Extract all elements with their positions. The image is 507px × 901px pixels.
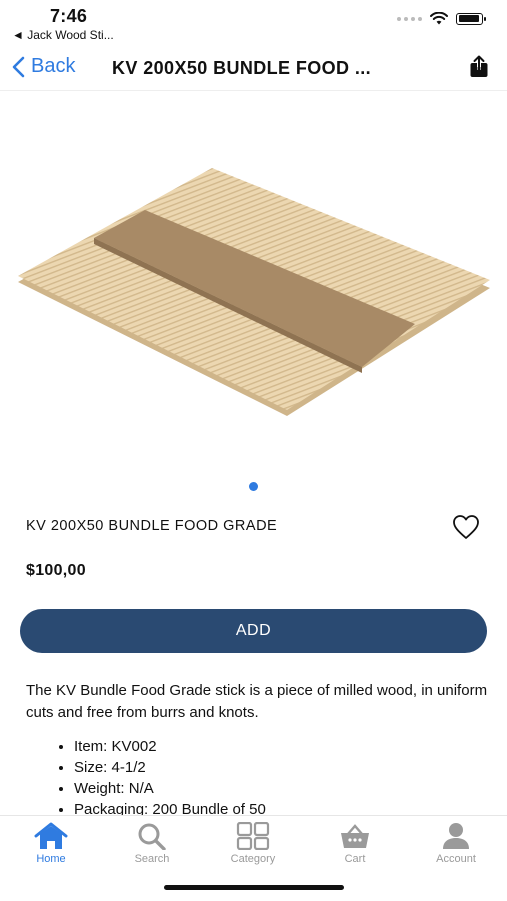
detail-item: Weight: N/A — [74, 778, 266, 799]
add-to-cart-button[interactable]: ADD — [20, 609, 487, 653]
status-icons — [397, 12, 486, 25]
account-icon — [443, 823, 469, 849]
back-label: Back — [31, 55, 76, 77]
tab-label: Home — [36, 853, 66, 865]
category-icon — [236, 822, 270, 850]
favorite-button[interactable] — [452, 514, 480, 545]
page-title: KV 200X50 BUNDLE FOOD ... — [112, 58, 372, 78]
tab-cart[interactable]: Cart — [310, 822, 400, 865]
detail-item: Item: KV002 — [74, 736, 266, 757]
cellular-signal-icon — [397, 16, 422, 21]
tab-search[interactable]: Search — [107, 822, 197, 865]
product-description: The KV Bundle Food Grade stick is a piec… — [26, 682, 488, 721]
return-to-app-link[interactable]: ◄ Jack Wood Sti... — [12, 28, 114, 42]
share-icon — [470, 55, 488, 77]
product-price: $100,00 — [26, 562, 86, 579]
product-image[interactable] — [0, 110, 507, 470]
status-bar: 7:46 ◄ Jack Wood Sti... — [0, 0, 507, 46]
carousel-page-indicator[interactable] — [249, 482, 258, 491]
tab-label: Account — [436, 853, 476, 865]
tab-label: Search — [134, 853, 170, 865]
tab-home[interactable]: Home — [6, 822, 96, 865]
heart-icon — [453, 515, 479, 539]
detail-item: Size: 4-1/2 — [74, 757, 266, 778]
cart-icon — [341, 824, 369, 848]
wifi-icon — [430, 12, 448, 25]
status-time: 7:46 — [50, 6, 88, 26]
tab-account[interactable]: Account — [411, 822, 501, 865]
tab-label: Category — [230, 853, 276, 865]
tab-label: Cart — [344, 853, 366, 865]
battery-icon — [456, 12, 486, 25]
product-title: KV 200X50 BUNDLE FOOD GRADE — [26, 518, 278, 534]
chevron-left-icon — [12, 56, 25, 77]
wood-sticks-bundle-image — [18, 168, 490, 416]
home-icon — [34, 822, 68, 849]
product-details-list: Item: KV002 Size: 4-1/2 Weight: N/A Pack… — [50, 736, 266, 820]
back-button[interactable]: Back — [12, 55, 75, 78]
search-icon — [138, 823, 166, 850]
tab-category[interactable]: Category — [208, 822, 298, 865]
share-button[interactable] — [469, 55, 489, 84]
home-indicator[interactable] — [164, 885, 344, 890]
navigation-bar: Back KV 200X50 BUNDLE FOOD ... — [0, 46, 507, 91]
